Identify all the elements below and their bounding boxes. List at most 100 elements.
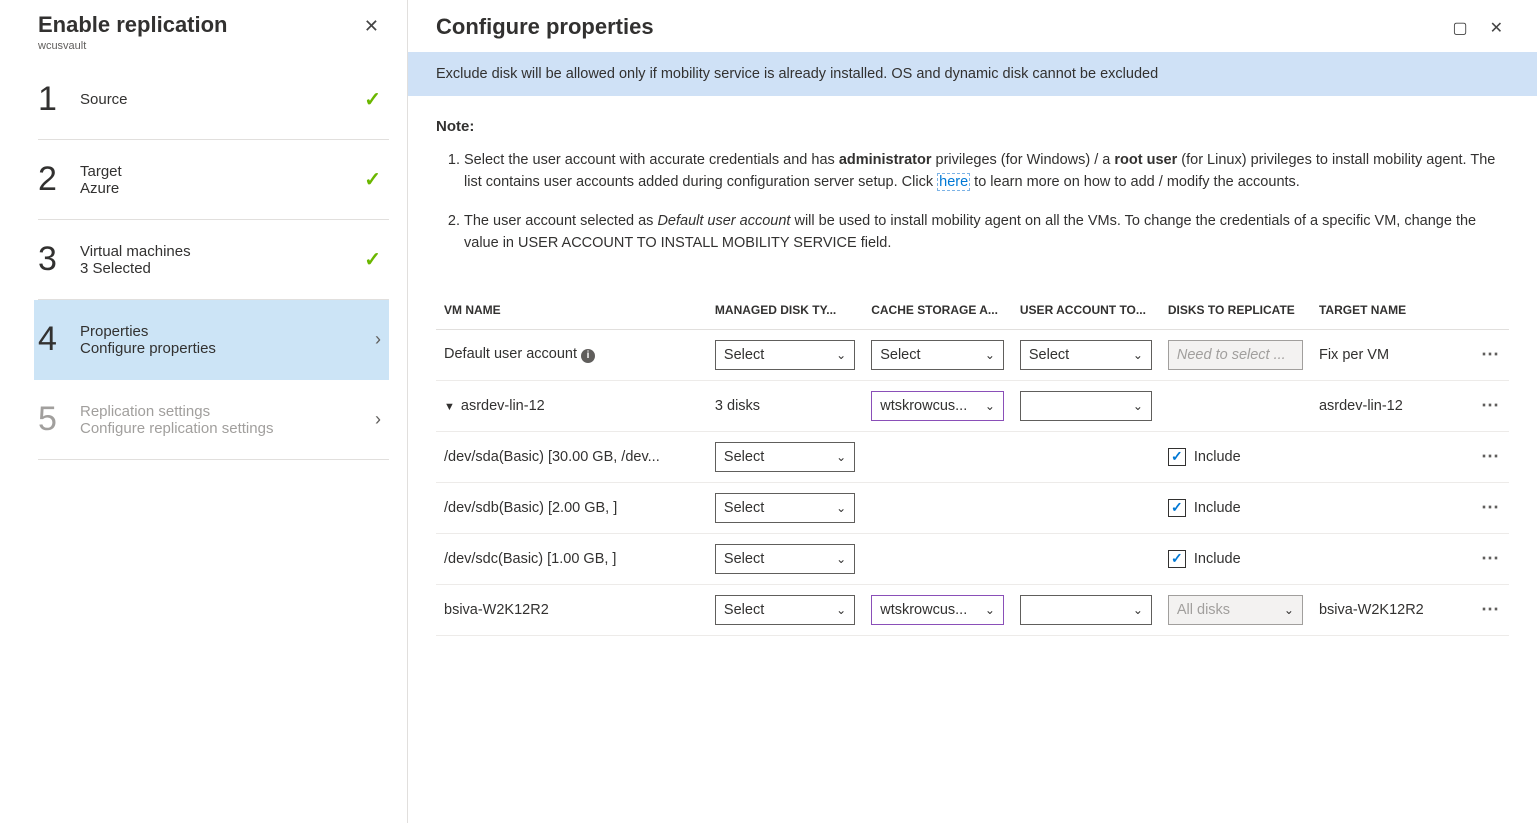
info-icon[interactable]: i [581,349,595,363]
disks-replicate-disabled: Need to select ... [1168,340,1303,370]
chevron-down-icon: ⌄ [1133,348,1143,362]
row-default-user-account: Default user account i Select⌄ Select⌄ Se… [436,329,1509,380]
note-heading: Note: [436,118,1509,135]
sidebar-panel: Enable replication wcusvault ✕ 1 Source … [0,0,408,823]
include-label: Include [1194,500,1241,516]
cell-target-name: asrdev-lin-12 [1311,380,1467,431]
step-label: Properties [80,323,375,340]
info-banner: Exclude disk will be allowed only if mob… [408,52,1537,96]
more-actions-icon[interactable]: ⋯ [1481,395,1501,415]
cell-disk-count: 3 disks [707,380,863,431]
step-replication-settings: 5 Replication settings Configure replica… [38,380,389,460]
chevron-down-icon: ⌄ [1133,603,1143,617]
cell-disk-name: /dev/sda(Basic) [30.00 GB, /dev... [436,431,707,482]
col-header-vmname: VM NAME [436,289,707,330]
step-label: Source [80,91,364,108]
chevron-down-icon: ⌄ [985,348,995,362]
col-header-cache-storage: CACHE STORAGE A... [863,289,1012,330]
learn-more-link[interactable]: here [937,173,970,191]
managed-disk-select[interactable]: Select⌄ [715,595,855,625]
close-icon[interactable]: ✕ [1484,14,1509,42]
col-header-disks-replicate: DISKS TO REPLICATE [1160,289,1311,330]
chevron-down-icon: ⌄ [836,501,846,515]
note-bold: root user [1114,152,1177,168]
note-text: to learn more on how to add / modify the… [970,174,1300,190]
step-sublabel: Configure properties [80,340,375,357]
step-number: 3 [38,240,80,279]
include-label: Include [1194,449,1241,465]
note-bold: administrator [839,152,932,168]
wizard-steps: 1 Source ✓ 2 Target Azure ✓ 3 Virtual ma… [0,60,407,460]
cell-label: Default user account [444,346,577,362]
cache-storage-select[interactable]: wtskrowcus...⌄ [871,595,1004,625]
note-text: Select the user account with accurate cr… [464,152,839,168]
notes-section: Note: Select the user account with accur… [408,96,1537,279]
step-sublabel: 3 Selected [80,260,364,277]
cell-target-name: bsiva-W2K12R2 [1311,584,1467,635]
cache-storage-select[interactable]: wtskrowcus...⌄ [871,391,1004,421]
more-actions-icon[interactable]: ⋯ [1481,497,1501,517]
managed-disk-select[interactable]: Select⌄ [715,340,855,370]
step-number: 5 [38,400,80,439]
more-actions-icon[interactable]: ⋯ [1481,548,1501,568]
managed-disk-select[interactable]: Select⌄ [715,493,855,523]
step-number: 2 [38,160,80,199]
expand-toggle-icon[interactable]: ▼ [444,401,455,413]
note-text: privileges (for Windows) / a [931,152,1114,168]
step-source[interactable]: 1 Source ✓ [38,60,389,140]
row-disk-sda: /dev/sda(Basic) [30.00 GB, /dev... Selec… [436,431,1509,482]
maximize-icon[interactable]: ▢ [1446,14,1473,42]
step-sublabel: Configure replication settings [80,420,375,437]
step-target[interactable]: 2 Target Azure ✓ [38,140,389,220]
note-text: The user account selected as [464,213,657,229]
chevron-down-icon: ⌄ [1284,603,1294,617]
step-sublabel: Azure [80,180,364,197]
sidebar-title: Enable replication [38,12,228,38]
chevron-down-icon: ⌄ [985,399,995,413]
step-label: Virtual machines [80,243,364,260]
col-header-user-account: USER ACCOUNT TO... [1012,289,1160,330]
cell-vm-name: asrdev-lin-12 [461,398,545,414]
disks-replicate-select[interactable]: All disks⌄ [1168,595,1303,625]
row-vm-asrdev-lin-12: ▼asrdev-lin-12 3 disks wtskrowcus...⌄ ⌄ … [436,380,1509,431]
row-disk-sdc: /dev/sdc(Basic) [1.00 GB, ] Select⌄ ✓Inc… [436,533,1509,584]
step-label: Target [80,163,364,180]
page-title: Configure properties [436,14,654,40]
include-label: Include [1194,551,1241,567]
chevron-right-icon: › [375,329,381,350]
managed-disk-select[interactable]: Select⌄ [715,544,855,574]
include-checkbox[interactable]: ✓Include [1168,448,1303,466]
include-checkbox[interactable]: ✓Include [1168,550,1303,568]
col-header-target-name: TARGET NAME [1311,289,1467,330]
chevron-down-icon: ⌄ [836,348,846,362]
note-italic: Default user account [657,213,790,229]
step-properties[interactable]: 4 Properties Configure properties › [34,300,389,380]
check-icon: ✓ [364,87,381,112]
vm-properties-table: VM NAME MANAGED DISK TY... CACHE STORAGE… [436,289,1509,636]
user-account-select[interactable]: ⌄ [1020,391,1152,421]
cell-target-name: Fix per VM [1311,329,1467,380]
check-icon: ✓ [364,247,381,272]
user-account-select[interactable]: Select⌄ [1020,340,1152,370]
main-panel: Configure properties ▢ ✕ Exclude disk wi… [408,0,1537,823]
more-actions-icon[interactable]: ⋯ [1481,344,1501,364]
user-account-select[interactable]: ⌄ [1020,595,1152,625]
close-sidebar-icon[interactable]: ✕ [356,12,387,41]
cache-storage-select[interactable]: Select⌄ [871,340,1004,370]
step-number: 1 [38,80,80,119]
chevron-down-icon: ⌄ [985,603,995,617]
note-item-1: Select the user account with accurate cr… [464,149,1509,194]
col-header-managed-disk: MANAGED DISK TY... [707,289,863,330]
step-virtual-machines[interactable]: 3 Virtual machines 3 Selected ✓ [38,220,389,300]
cell-vm-name: bsiva-W2K12R2 [436,584,707,635]
row-disk-sdb: /dev/sdb(Basic) [2.00 GB, ] Select⌄ ✓Inc… [436,482,1509,533]
step-number: 4 [38,320,80,359]
more-actions-icon[interactable]: ⋯ [1481,599,1501,619]
include-checkbox[interactable]: ✓Include [1168,499,1303,517]
more-actions-icon[interactable]: ⋯ [1481,446,1501,466]
chevron-down-icon: ⌄ [1133,399,1143,413]
cell-disk-name: /dev/sdc(Basic) [1.00 GB, ] [436,533,707,584]
chevron-down-icon: ⌄ [836,450,846,464]
managed-disk-select[interactable]: Select⌄ [715,442,855,472]
check-icon: ✓ [364,167,381,192]
